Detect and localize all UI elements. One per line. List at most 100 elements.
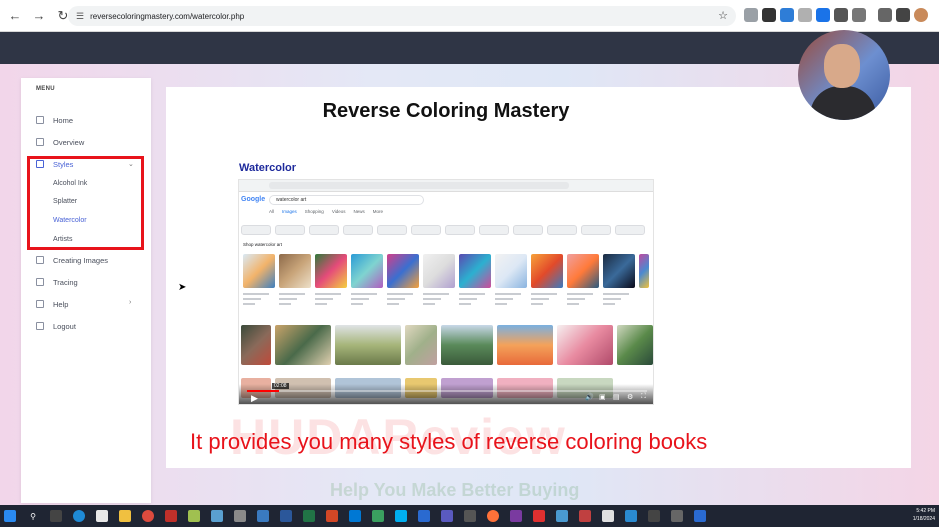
sidebar-item-label: Logout	[53, 321, 76, 331]
search-icon[interactable]: ⚲	[27, 510, 39, 522]
logout-icon	[36, 322, 44, 330]
app-icon[interactable]	[671, 510, 683, 522]
video-progress-fill	[247, 390, 279, 392]
miniplayer-icon[interactable]: ▤	[613, 393, 620, 401]
powerpoint-icon[interactable]	[326, 510, 338, 522]
site-header	[0, 32, 939, 64]
video-tab: More	[372, 209, 384, 214]
webcam-overlay	[798, 30, 890, 120]
video-tab: Shopping	[304, 209, 324, 214]
chevron-right-icon[interactable]: ›	[129, 299, 131, 306]
sidebar-item-overview[interactable]: Overview	[36, 135, 84, 149]
help-icon	[36, 300, 44, 308]
sidebar-item-creating-images[interactable]: Creating Images	[36, 253, 108, 267]
sidebar-item-help[interactable]: Help	[36, 297, 68, 311]
start-icon[interactable]	[4, 510, 16, 522]
sidebar-item-label: Overview	[53, 137, 85, 147]
video-sponsored-label: Shop watercolor art	[243, 242, 283, 247]
home-icon	[36, 116, 44, 124]
tracing-icon	[36, 278, 44, 286]
mouse-cursor-icon: ➤	[178, 282, 187, 293]
sidebar-item-label: Tracing	[53, 277, 78, 287]
google-logo: Google	[241, 196, 266, 203]
app-icon[interactable]	[96, 510, 108, 522]
extension-icon[interactable]	[744, 8, 758, 22]
app-icon[interactable]	[648, 510, 660, 522]
app-icon[interactable]	[694, 510, 706, 522]
url-text: reversecoloringmastery.com/watercolor.ph…	[90, 11, 245, 21]
presenter-face	[824, 44, 860, 88]
word-icon[interactable]	[280, 510, 292, 522]
site-info-icon[interactable]: ☰	[76, 11, 84, 22]
clock-date: 1/18/2024	[912, 516, 935, 522]
video-tab: Images	[282, 209, 297, 214]
app-icon[interactable]	[441, 510, 453, 522]
outlook-icon[interactable]	[349, 510, 361, 522]
extension-icon[interactable]	[780, 8, 794, 22]
video-tab: All	[269, 209, 275, 214]
video-search-tabs: All Images Shopping Videos News More	[269, 209, 383, 214]
back-icon[interactable]: ←	[6, 7, 24, 25]
extension-icon[interactable]	[762, 8, 776, 22]
task-view-icon[interactable]	[50, 510, 62, 522]
bookmark-star-icon[interactable]: ☆	[718, 9, 728, 22]
edge-icon[interactable]	[73, 510, 85, 522]
extension-icon[interactable]	[834, 8, 848, 22]
app-icon[interactable]	[464, 510, 476, 522]
app-icon[interactable]	[372, 510, 384, 522]
puzzle-icon[interactable]	[852, 8, 866, 22]
excel-icon[interactable]	[303, 510, 315, 522]
app-icon[interactable]	[556, 510, 568, 522]
video-player[interactable]: Google watercolor art All Images Shoppin…	[238, 179, 654, 405]
sidebar-item-label: Help	[53, 299, 69, 309]
video-image-grid	[241, 325, 653, 365]
app-icon[interactable]	[533, 510, 545, 522]
filezilla-icon[interactable]	[165, 510, 177, 522]
app-icon[interactable]	[602, 510, 614, 522]
video-progress-bar[interactable]	[247, 390, 647, 392]
app-icon[interactable]	[418, 510, 430, 522]
app-icon[interactable]	[510, 510, 522, 522]
video-product-details	[243, 290, 635, 310]
settings-gear-icon[interactable]: ⚙	[627, 393, 633, 401]
address-bar[interactable]: ☰ reversecoloringmastery.com/watercolor.…	[68, 6, 736, 26]
volume-icon[interactable]: 🔊	[585, 393, 594, 401]
system-clock[interactable]: 5:42 PM 1/18/2024	[913, 507, 935, 523]
section-heading: Watercolor	[239, 162, 297, 174]
video-filter-chips	[241, 225, 645, 235]
presenter-shirt	[810, 86, 876, 120]
app-icon[interactable]	[211, 510, 223, 522]
profile-avatar[interactable]	[914, 8, 928, 22]
sidebar-item-tracing[interactable]: Tracing	[36, 275, 78, 289]
sidebar-item-home[interactable]: Home	[36, 113, 73, 127]
highlight-annotation	[27, 156, 144, 250]
app-icon[interactable]	[257, 510, 269, 522]
firefox-icon[interactable]	[487, 510, 499, 522]
play-icon[interactable]: ▶	[251, 393, 258, 404]
video-search-box: watercolor art	[269, 195, 424, 205]
video-tab: Videos	[331, 209, 346, 214]
video-timestamp: 02:08	[272, 383, 289, 389]
app-icon[interactable]	[625, 510, 637, 522]
video-browser-bar	[239, 180, 653, 192]
sidebar-item-label: Home	[53, 115, 74, 125]
settings-icon[interactable]	[234, 510, 246, 522]
skype-icon[interactable]	[395, 510, 407, 522]
extension-icon[interactable]	[816, 8, 830, 22]
extension-icon[interactable]	[798, 8, 812, 22]
browser-toolbar: ← → ↻ ⌂ ☰ reversecoloringmastery.com/wat…	[0, 0, 939, 32]
sidebar-item-logout[interactable]: Logout	[36, 319, 76, 333]
captions-icon[interactable]: ▣	[599, 393, 606, 401]
chrome-icon[interactable]	[142, 510, 154, 522]
fullscreen-icon[interactable]: ⛶	[641, 393, 646, 401]
media-icon[interactable]	[878, 8, 892, 22]
app-icon[interactable]	[188, 510, 200, 522]
sidebar-item-label: Creating Images	[53, 255, 109, 265]
acrobat-icon[interactable]	[579, 510, 591, 522]
video-tab: News	[353, 209, 365, 214]
forward-icon[interactable]: →	[30, 7, 48, 25]
image-icon	[36, 256, 44, 264]
video-caption: It provides you many styles of reverse c…	[190, 429, 708, 454]
side-panel-icon[interactable]	[896, 8, 910, 22]
file-explorer-icon[interactable]	[119, 510, 131, 522]
